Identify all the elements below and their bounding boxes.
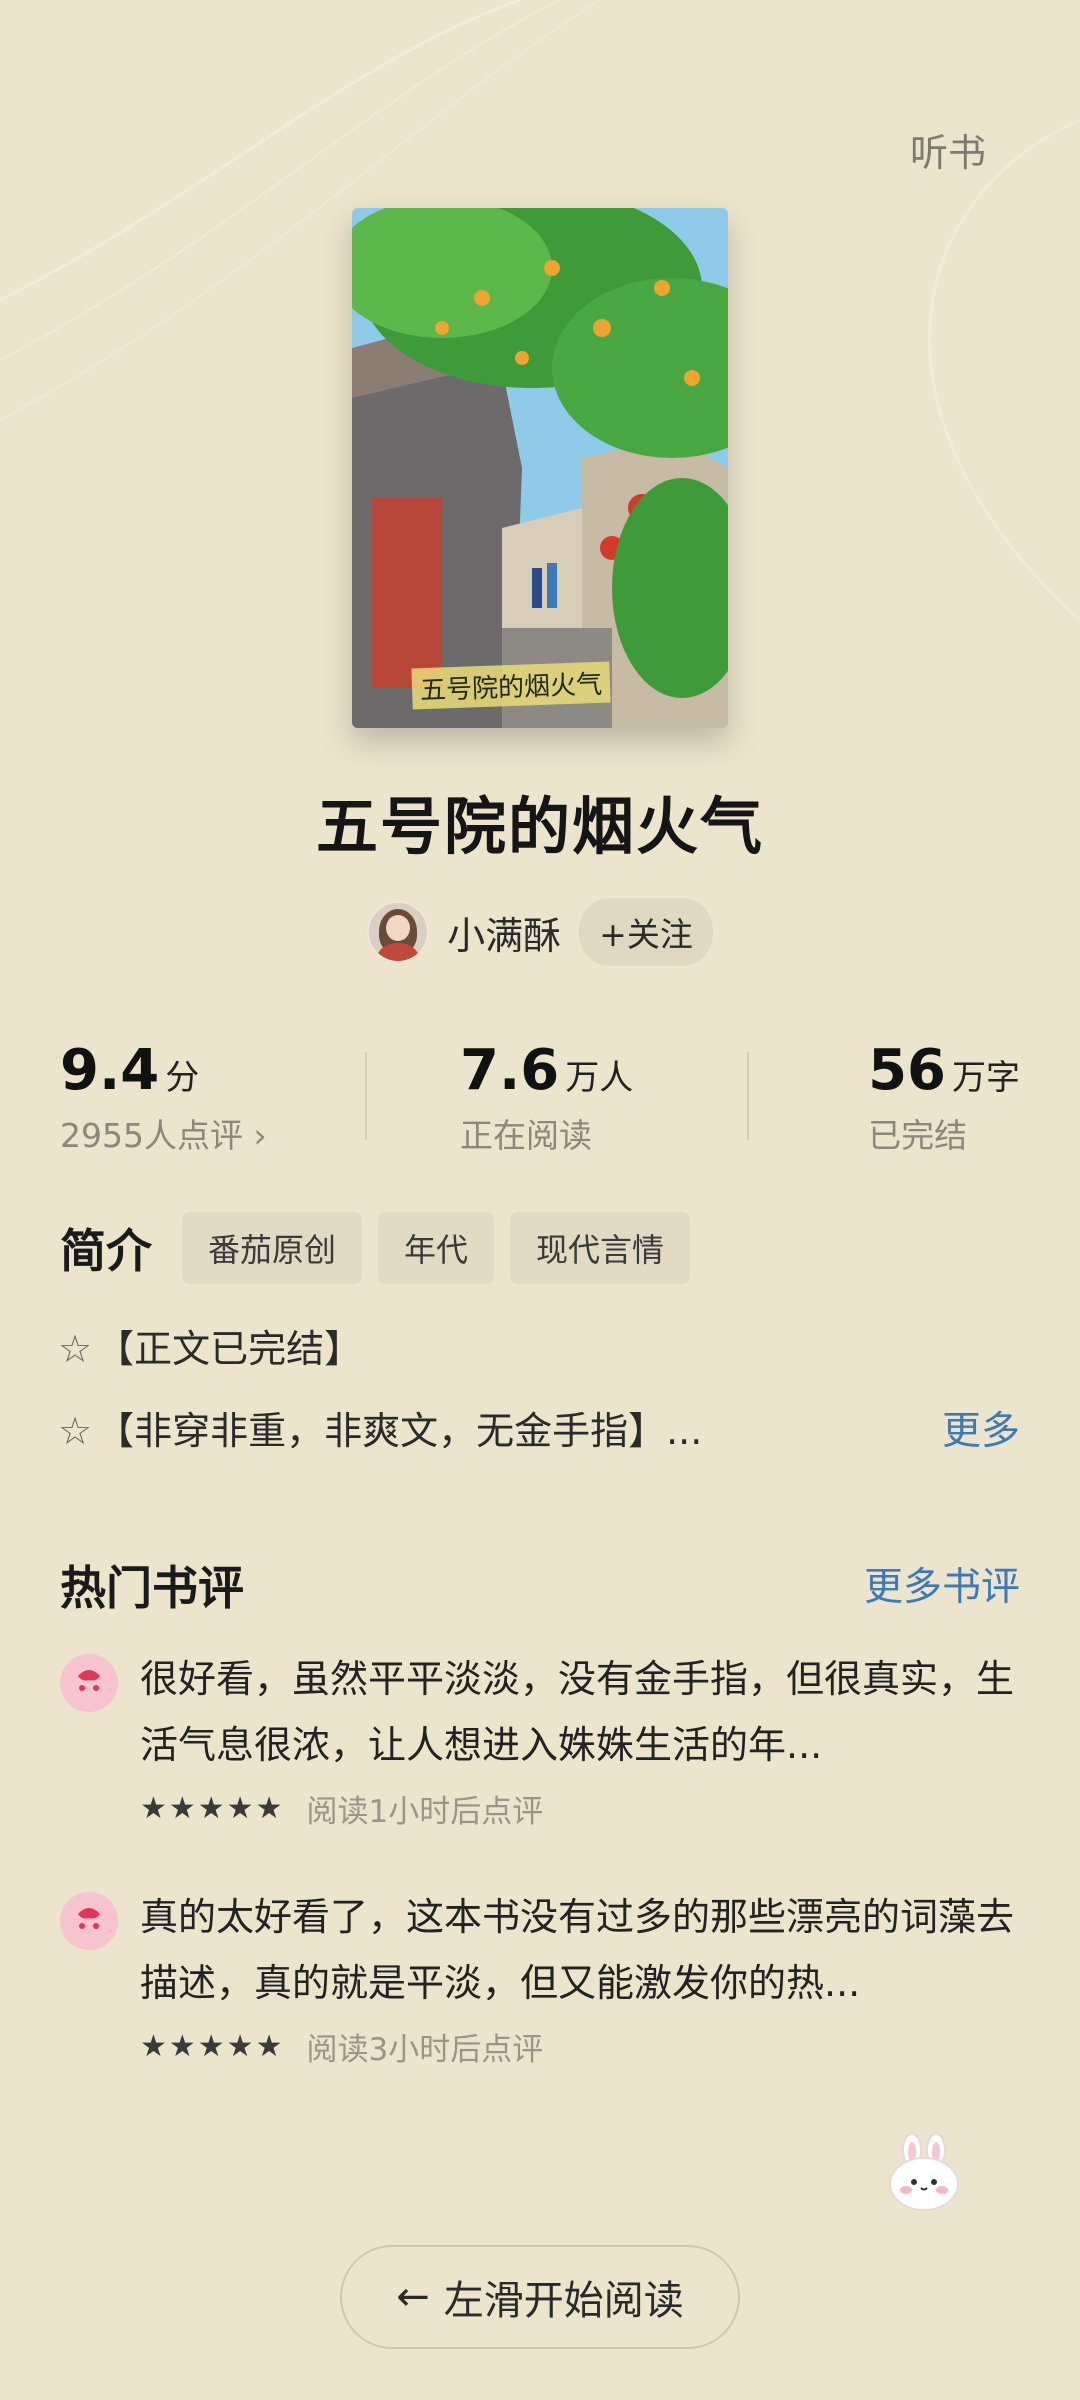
- reviewer-avatar: [60, 1892, 118, 1950]
- cover-title-text: 五号院的烟火气: [411, 661, 611, 710]
- book-stats: 9.4 分 2955人点评 › 7.6 万人 正在阅读 56 万字 已完结: [60, 1038, 1020, 1157]
- rating-unit: 分: [165, 1058, 200, 1098]
- review-text: 很好看，虽然平平淡淡，没有金手指，但很真实，生活气息很浓，让人想进入姝姝生活的年…: [140, 1657, 1015, 1767]
- intro-heading: 简介: [60, 1224, 152, 1278]
- review-time: 阅读3小时后点评: [306, 2032, 544, 2068]
- review-time: 阅读1小时后点评: [306, 1794, 544, 1830]
- intro-text-1: 【正文已完结】: [96, 1327, 363, 1371]
- listen-book-button[interactable]: 听书: [910, 122, 986, 177]
- review-stars: ★★★★★: [140, 1791, 285, 1826]
- rating-stat[interactable]: 9.4 分 2955人点评 ›: [60, 1038, 267, 1157]
- author-avatar[interactable]: [367, 901, 430, 963]
- review-item[interactable]: 很好看，虽然平平淡淡，没有金手指，但很真实，生活气息很浓，让人想进入姝姝生活的年…: [60, 1646, 1020, 1846]
- star-outline-icon: ☆: [58, 1409, 93, 1453]
- rating-count-link[interactable]: 2955人点评 ›: [60, 1109, 267, 1157]
- arrow-left-icon: ←: [396, 2274, 430, 2320]
- intro-line-2: ☆ 【非穿非重，非爽文，无金手指】...: [58, 1400, 702, 1455]
- intro-line-1: ☆ 【正文已完结】: [58, 1318, 362, 1373]
- readers-label: 正在阅读: [460, 1116, 592, 1155]
- author-name[interactable]: 小满酥: [447, 905, 561, 960]
- author-row: 小满酥 +关注: [0, 898, 1080, 966]
- intro-text-2: 【非穿非重，非爽文，无金手指】...: [96, 1409, 703, 1453]
- words-unit: 万字: [952, 1058, 1020, 1098]
- star-outline-icon: ☆: [58, 1327, 93, 1371]
- intro-header-row: 简介 番茄原创 年代 现代言情: [60, 1212, 691, 1284]
- review-text: 真的太好看了，这本书没有过多的那些漂亮的词藻去描述，真的就是平淡，但又能激发你的…: [140, 1895, 1015, 2005]
- book-cover[interactable]: 五号院的烟火气: [352, 208, 728, 728]
- book-title: 五号院的烟火气: [315, 790, 764, 863]
- readers-stat: 7.6 万人 正在阅读: [460, 1038, 633, 1157]
- tag-item[interactable]: 番茄原创: [182, 1212, 363, 1284]
- stat-divider: [365, 1052, 367, 1140]
- review-meta: ★★★★★ 阅读3小时后点评: [140, 2024, 543, 2069]
- review-item[interactable]: 真的太好看了，这本书没有过多的那些漂亮的词藻去描述，真的就是平淡，但又能激发你的…: [60, 1884, 1020, 2084]
- reviewer-avatar: [60, 1654, 118, 1712]
- hot-reviews-heading: 热门书评: [60, 1561, 244, 1615]
- rating-value: 9.4: [60, 1038, 160, 1103]
- intro-more-link[interactable]: 更多: [942, 1400, 1020, 1456]
- tag-item[interactable]: 年代: [378, 1212, 495, 1284]
- words-value: 56: [868, 1038, 946, 1103]
- review-meta: ★★★★★ 阅读1小时后点评: [140, 1786, 543, 1831]
- stat-divider: [747, 1052, 749, 1140]
- more-reviews-link[interactable]: 更多书评: [864, 1556, 1020, 1612]
- start-reading-button[interactable]: ← 左滑开始阅读: [340, 2245, 740, 2349]
- readers-unit: 万人: [565, 1058, 634, 1098]
- cover-illustration: [352, 208, 728, 728]
- review-stars: ★★★★★: [140, 2029, 285, 2064]
- readers-value: 7.6: [460, 1038, 560, 1103]
- start-reading-label: 左滑开始阅读: [443, 2278, 684, 2324]
- tag-item[interactable]: 现代言情: [510, 1212, 691, 1284]
- bunny-mascot-icon[interactable]: [884, 2134, 966, 2212]
- follow-button[interactable]: +关注: [579, 898, 713, 966]
- words-stat: 56 万字 已完结: [868, 1038, 1020, 1157]
- status-label: 已完结: [868, 1116, 968, 1155]
